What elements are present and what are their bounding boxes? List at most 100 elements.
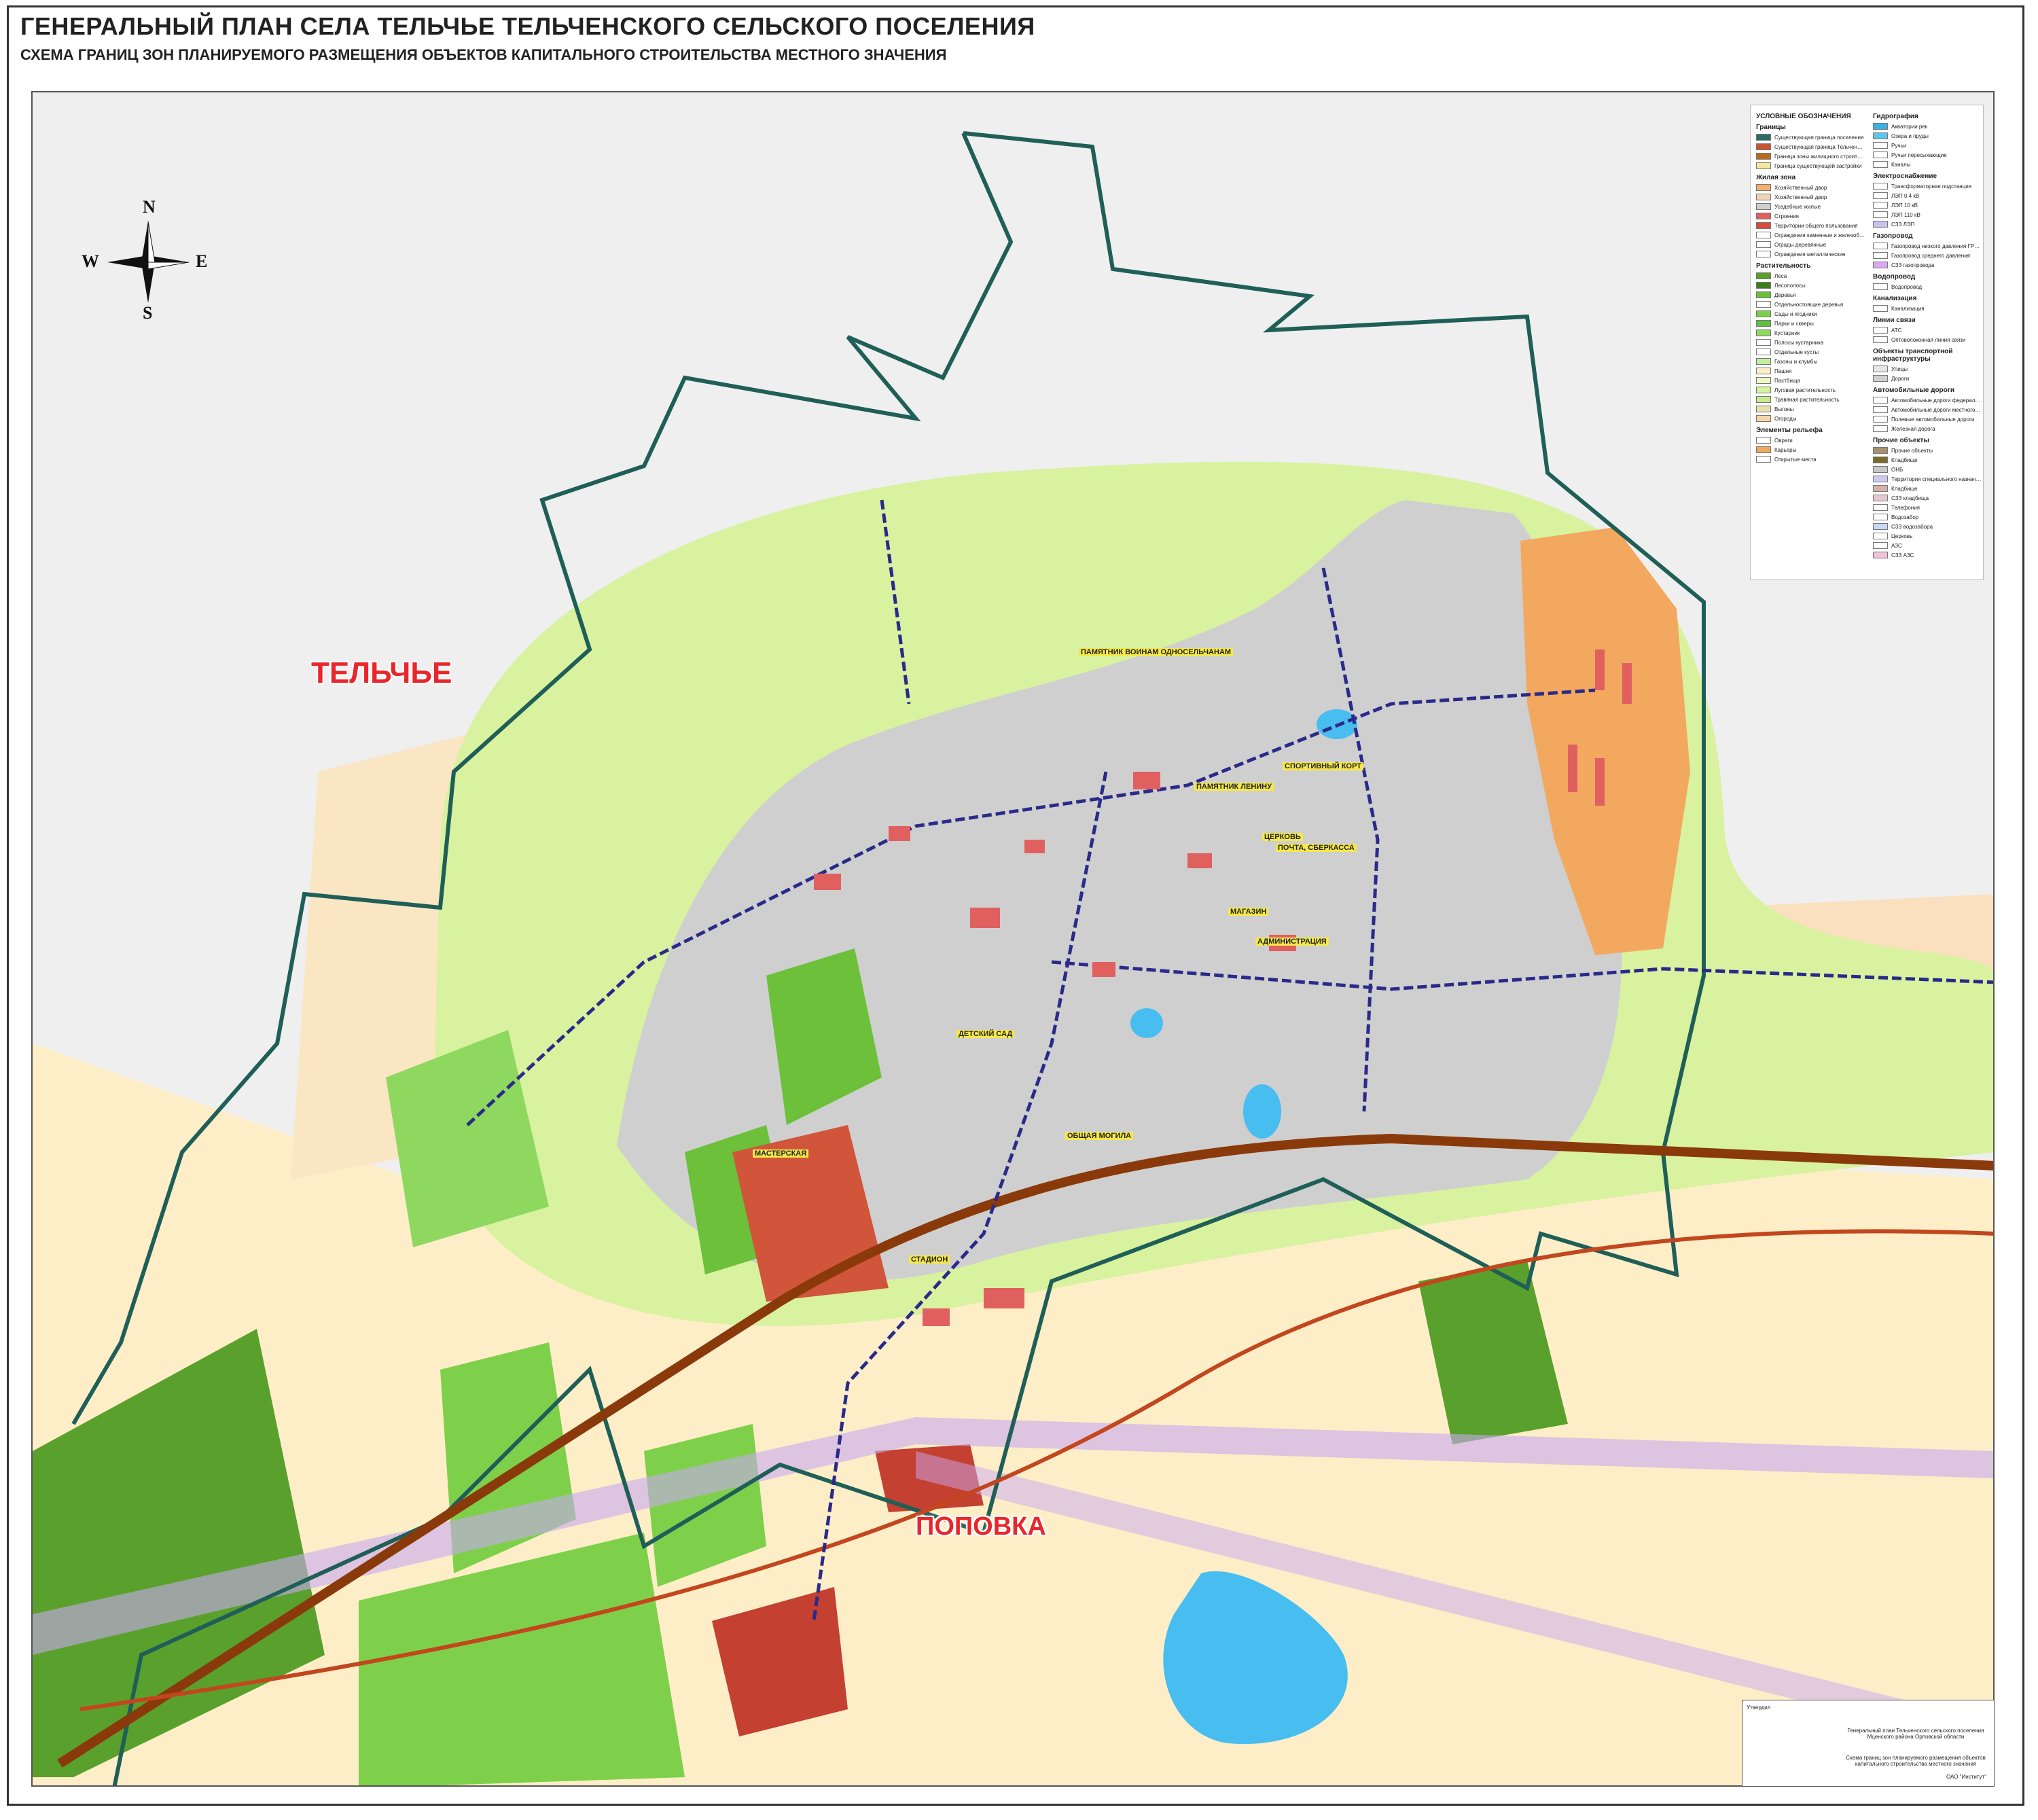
legend-swatch — [1756, 282, 1771, 289]
legend-label: Пастбища — [1774, 377, 1800, 384]
map-label-5: МАГАЗИН — [1228, 908, 1269, 916]
legend-swatch — [1756, 329, 1771, 336]
legend-label: Травяная растительность — [1774, 396, 1840, 403]
legend-swatch — [1873, 243, 1888, 249]
legend-item: Карьеры — [1756, 445, 1865, 454]
legend-item: Акватории рек — [1873, 122, 1982, 131]
legend-item: ЛЭП 110 кВ — [1873, 210, 1982, 219]
legend-item: Территории общего пользования — [1756, 221, 1865, 230]
legend-label: Пашня — [1774, 368, 1792, 374]
legend-item: Пастбища — [1756, 376, 1865, 385]
legend-item: Автомобильные дороги федерального значен… — [1873, 395, 1982, 405]
legend-swatch — [1756, 241, 1771, 248]
legend-swatch — [1873, 504, 1888, 511]
legend-item: Сады и ягодники — [1756, 309, 1865, 319]
legend-swatch — [1873, 466, 1888, 473]
legend-swatch — [1756, 358, 1771, 365]
legend-label: Озера и пруды — [1891, 132, 1929, 139]
legend-item: Ограды деревянные — [1756, 240, 1865, 249]
legend-label: АТС — [1891, 327, 1902, 334]
legend-label: Существующая граница Тельченского сельск… — [1774, 143, 1865, 150]
legend-swatch — [1873, 514, 1888, 520]
legend-swatch — [1756, 222, 1771, 229]
legend-section: Границы — [1756, 124, 1786, 131]
legend-swatch — [1873, 552, 1888, 558]
legend-swatch — [1756, 203, 1771, 210]
legend-swatch — [1873, 336, 1888, 343]
legend-swatch — [1873, 161, 1888, 168]
legend-label: ЛЭП 110 кВ — [1891, 211, 1920, 218]
legend-item: Отдельные кусты — [1756, 347, 1865, 357]
legend-swatch — [1873, 523, 1888, 530]
legend-section: Объекты транспортной инфраструктуры — [1873, 348, 1953, 363]
legend-label: Автомобильные дороги местного значения — [1891, 406, 1982, 413]
legend-item: Луговая растительность — [1756, 385, 1865, 395]
legend-item: АТС — [1873, 325, 1982, 335]
legend-swatch — [1756, 349, 1771, 355]
legend-item: Существующая граница поселения — [1756, 132, 1865, 142]
title-block-left: Утвердил — [1747, 1705, 1771, 1711]
legend-swatch — [1873, 221, 1888, 228]
map-legend: УСЛОВНЫЕ ОБОЗНАЧЕНИЯ Границы Существующая … — [1750, 105, 1984, 580]
legend-item: Кладбище — [1873, 455, 1982, 465]
legend-label: Водопровод — [1891, 283, 1923, 290]
legend-label: АЗС — [1891, 542, 1902, 549]
legend-item: Открытые места — [1756, 454, 1865, 464]
legend-label: Территории общего пользования — [1774, 222, 1858, 229]
legend-swatch — [1873, 183, 1888, 190]
map-label-6: АДМИНИСТРАЦИЯ — [1255, 938, 1329, 946]
legend-label: Отдельностоящие деревья — [1774, 301, 1844, 308]
compass-south: S — [143, 303, 153, 323]
legend-item: Ограждения каменные и железобетонные — [1756, 230, 1865, 240]
legend-swatch — [1873, 375, 1888, 382]
legend-label: Граница существующей застройки — [1774, 162, 1862, 169]
map-label-1: ПАМЯТНИК ЛЕНИНУ — [1194, 783, 1274, 791]
pond-3 — [1130, 1008, 1163, 1038]
legend-label: Ограждения каменные и железобетонные — [1774, 232, 1865, 238]
legend-label: Газоны и клумбы — [1774, 358, 1818, 365]
legend-label: ЛЭП 0.4 кВ — [1891, 192, 1920, 199]
legend-label: Газопровод низкого давления ГРПШ — [1891, 243, 1982, 249]
legend-item: Лесополосы — [1756, 281, 1865, 290]
legend-item: Канализация — [1873, 304, 1982, 313]
legend-item: СЗЗ газопровода — [1873, 260, 1982, 270]
legend-label: Акватории рек — [1891, 123, 1928, 130]
legend-swatch — [1756, 162, 1771, 169]
legend-swatch — [1873, 305, 1888, 312]
legend-label: СЗЗ водозабора — [1891, 523, 1933, 530]
legend-label: Территория специального назначения — [1891, 476, 1982, 482]
legend-item: Кладбище — [1873, 484, 1982, 493]
legend-item: СЗЗ АЗС — [1873, 550, 1982, 560]
legend-label: Ограды деревянные — [1774, 241, 1827, 248]
legend-swatch — [1756, 134, 1771, 141]
legend-label: Кладбище — [1891, 457, 1918, 463]
legend-label: Отдельные кусты — [1774, 349, 1819, 355]
legend-swatch — [1756, 446, 1771, 453]
legend-item: Полосы кустарника — [1756, 338, 1865, 347]
legend-label: Кладбище — [1891, 485, 1918, 492]
legend-item: Дороги — [1873, 374, 1982, 383]
map-subtitle: СХЕМА ГРАНИЦ ЗОН ПЛАНИРУЕМОГО РАЗМЕЩЕНИЯ… — [20, 46, 947, 63]
legend-swatch — [1873, 132, 1888, 139]
map-label-3: ЦЕРКОВЬ — [1262, 833, 1303, 841]
legend-swatch — [1873, 447, 1888, 454]
legend-item: ЛЭП 10 кВ — [1873, 200, 1982, 210]
legend-swatch — [1756, 415, 1771, 422]
legend-item: Газоны и клумбы — [1756, 357, 1865, 366]
legend-swatch — [1873, 397, 1888, 404]
legend-item: Существующая граница Тельченского сельск… — [1756, 142, 1865, 151]
legend-swatch — [1873, 425, 1888, 432]
legend-item: Усадебные жилые — [1756, 202, 1865, 211]
legend-label: Полосы кустарника — [1774, 339, 1824, 346]
legend-label: Ограждения металлические — [1774, 251, 1846, 257]
legend-label: Сады и ягодники — [1774, 310, 1817, 317]
legend-swatch — [1756, 310, 1771, 317]
legend-column-left: УСЛОВНЫЕ ОБОЗНАЧЕНИЯ Границы Существующая … — [1756, 109, 1865, 464]
legend-swatch — [1756, 232, 1771, 238]
legend-label: Железная дорога — [1891, 425, 1935, 432]
legend-item: АЗС — [1873, 541, 1982, 550]
map-frame: N S W E ТЕЛЬЧЬЕ ПОПОВКА ПАМЯТНИК ВОИНАМ … — [31, 91, 1995, 1787]
legend-item: Водопровод — [1873, 282, 1982, 291]
place-label-telche: ТЕЛЬЧЬЕ — [311, 656, 452, 690]
legend-item: Граница зоны жилищного строительства — [1756, 151, 1865, 161]
